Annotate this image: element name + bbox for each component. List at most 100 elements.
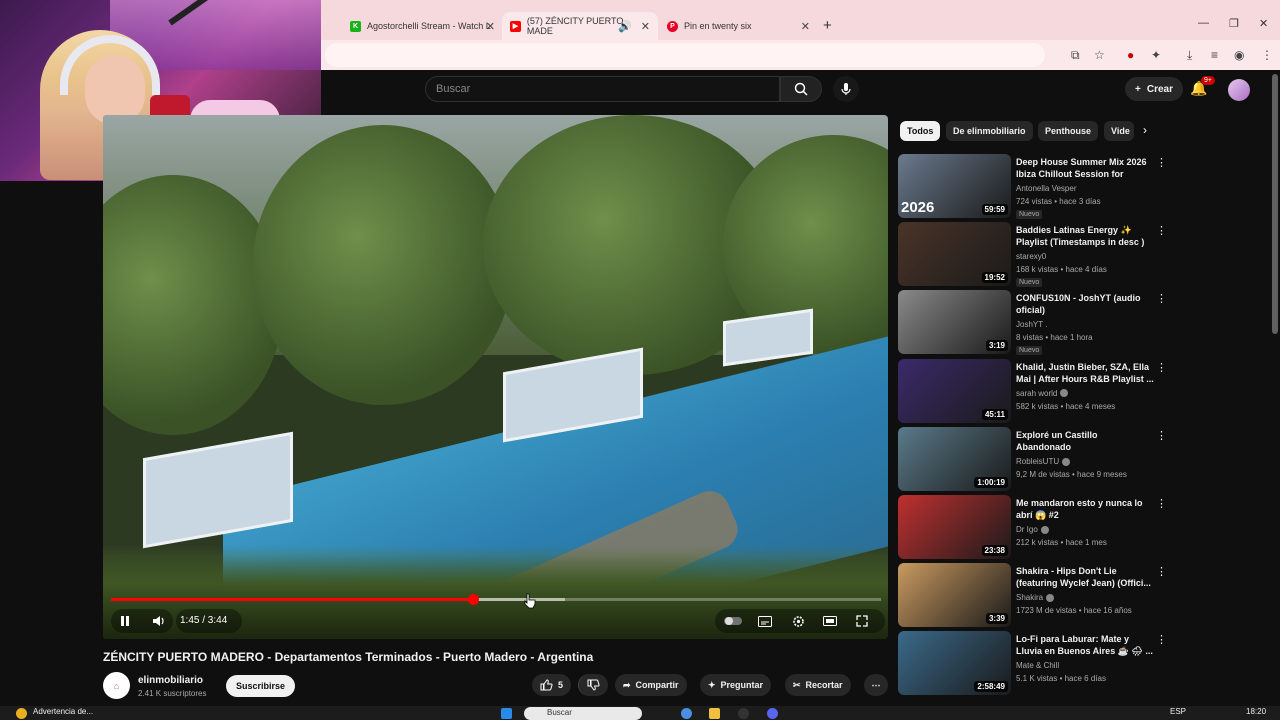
user-avatar[interactable] <box>1228 79 1250 101</box>
windows-start-icon[interactable] <box>501 708 512 719</box>
warning-icon[interactable] <box>16 708 27 719</box>
more-options-icon[interactable]: ⋮ <box>1156 429 1167 442</box>
video-thumbnail[interactable]: 19:52 <box>898 222 1011 287</box>
new-tab-button[interactable]: + <box>823 17 832 34</box>
download-icon[interactable]: ⤓ <box>1187 48 1192 63</box>
subscribe-button[interactable]: Suscribirse <box>226 675 296 697</box>
page-scrollbar[interactable] <box>1270 70 1280 706</box>
more-options-icon[interactable]: ⋮ <box>1156 497 1167 510</box>
recommendation-item[interactable]: 1:00:19 Exploré un Castillo Abandonado Rob… <box>898 426 1188 493</box>
obs-icon[interactable] <box>738 708 749 719</box>
more-options-icon[interactable]: ⋮ <box>1156 633 1167 646</box>
close-icon[interactable]: ✕ <box>486 20 495 33</box>
dislike-button[interactable] <box>578 674 608 696</box>
taskbar-notification[interactable]: Advertencia de... <box>33 707 93 716</box>
more-options-icon[interactable]: ⋮ <box>1156 156 1167 169</box>
recommendation-title[interactable]: Deep House Summer Mix 2026 Ibiza Chillou… <box>1016 156 1154 180</box>
address-field[interactable] <box>325 43 1045 67</box>
share-button[interactable]: ➦ Compartir <box>615 674 687 696</box>
language-indicator[interactable]: ESP <box>1170 707 1186 716</box>
close-icon[interactable]: ✕ <box>801 20 810 33</box>
extensions-puzzle-icon[interactable]: ✦ <box>1151 48 1161 62</box>
like-button[interactable]: 5 <box>532 674 572 696</box>
recommendation-item[interactable]: 3:19 CONFUS10N - JoshYT (audio oficial) Jo… <box>898 290 1188 356</box>
recommendation-channel[interactable]: sarah world <box>1016 389 1069 398</box>
video-thumbnail[interactable]: 45:11 <box>898 358 1011 423</box>
autoplay-toggle[interactable] <box>723 611 743 631</box>
recommendation-item[interactable]: 45:11 Khalid, Justin Bieber, SZA, Ella Ma… <box>898 358 1188 425</box>
recommendation-title[interactable]: Me mandaron esto y nunca lo abrí 😱 #2 <box>1016 497 1154 521</box>
create-button[interactable]: + Crear <box>1125 77 1183 101</box>
search-button[interactable] <box>780 76 822 102</box>
recommendation-title[interactable]: Exploré un Castillo Abandonado <box>1016 429 1154 453</box>
close-icon[interactable]: ✕ <box>641 20 650 33</box>
chip-penthouse[interactable]: Penthouse <box>1038 121 1099 141</box>
video-thumbnail[interactable]: 1:00:19 <box>898 426 1011 491</box>
browser-menu-icon[interactable]: ⋮ <box>1261 48 1273 62</box>
video-thumbnail[interactable]: 3:39 <box>898 563 1011 628</box>
subtitles-button[interactable] <box>756 611 774 631</box>
more-options-icon[interactable]: ⋮ <box>1156 565 1167 578</box>
recommendation-channel[interactable]: RobleisUTU <box>1016 457 1071 466</box>
discord-icon[interactable] <box>767 708 778 719</box>
volume-button[interactable] <box>150 611 168 631</box>
ask-button[interactable]: ✦ Preguntar <box>700 674 772 696</box>
recommendation-title[interactable]: CONFUS10N - JoshYT (audio oficial) <box>1016 292 1154 316</box>
more-options-icon[interactable]: ⋮ <box>1156 292 1167 305</box>
more-actions-button[interactable]: ⋯ <box>864 674 888 696</box>
chevron-right-icon[interactable]: › <box>1143 123 1147 137</box>
maximize-button[interactable]: ❐ <box>1229 17 1239 30</box>
recommendation-title[interactable]: Baddies Latinas Energy ✨ Playlist (Times… <box>1016 224 1154 248</box>
tab-pinterest[interactable]: P Pin en twenty six ✕ <box>667 16 810 36</box>
video-player[interactable]: 1:45 / 3:44 <box>103 115 888 639</box>
channel-name[interactable]: elinmobiliario <box>138 675 203 686</box>
recommendation-title[interactable]: Khalid, Justin Bieber, SZA, Ella Mai | A… <box>1016 361 1154 385</box>
recommendation-channel[interactable]: Antonella Vesper <box>1016 184 1077 193</box>
progress-bar[interactable] <box>111 594 881 605</box>
voice-search-button[interactable] <box>833 76 859 102</box>
file-explorer-icon[interactable] <box>709 708 720 719</box>
recommendation-channel[interactable]: starexy0 <box>1016 252 1046 261</box>
scrollbar-thumb[interactable] <box>1272 74 1278 334</box>
pause-button[interactable] <box>117 611 133 631</box>
chip-channel[interactable]: De elinmobiliario <box>946 121 1033 141</box>
minimize-button[interactable]: — <box>1198 17 1209 29</box>
video-thumbnail[interactable]: 2:58:49 <box>898 631 1011 696</box>
chip-todos[interactable]: Todos <box>900 121 941 141</box>
search-input[interactable]: Buscar <box>425 76 780 102</box>
recommendation-item[interactable]: 3:39 Shakira - Hips Don't Lie (featuring … <box>898 563 1188 629</box>
recommendation-channel[interactable]: Dr Igo <box>1016 525 1049 534</box>
speaker-icon[interactable]: 🔊 <box>618 20 632 33</box>
more-options-icon[interactable]: ⋮ <box>1156 224 1167 237</box>
fullscreen-button[interactable] <box>853 611 871 631</box>
recommendation-title[interactable]: Shakira - Hips Don't Lie (featuring Wycl… <box>1016 565 1154 589</box>
recommendation-item[interactable]: 2:58:49 Lo-Fi para Laburar: Mate y Lluvia… <box>898 631 1188 697</box>
chip-videos[interactable]: Vide <box>1104 121 1134 141</box>
more-options-icon[interactable]: ⋮ <box>1156 361 1167 374</box>
video-thumbnail[interactable]: 23:38 <box>898 495 1011 559</box>
tab-youtube-video[interactable]: ▶ (57) ZÉNCITY PUERTO MADE 🔊 ✕ <box>502 12 658 40</box>
recommendation-channel[interactable]: Mate & Chill <box>1016 661 1059 670</box>
recommendation-channel[interactable]: Shakira <box>1016 593 1055 602</box>
taskbar-search[interactable]: Buscar <box>524 707 642 720</box>
bookmark-star-icon[interactable]: ☆ <box>1094 48 1105 62</box>
theater-mode-button[interactable] <box>821 611 839 631</box>
recommendation-item[interactable]: 23:38 Me mandaron esto y nunca lo abrí 😱 … <box>898 495 1188 561</box>
clock[interactable]: 18:20 <box>1246 707 1266 716</box>
recommendation-item[interactable]: 2026 59:59 Deep House Summer Mix 2026 Ibiz… <box>898 154 1188 220</box>
install-app-icon[interactable]: ⧉ <box>1071 48 1080 63</box>
window-close-button[interactable]: ✕ <box>1259 17 1268 30</box>
video-thumbnail[interactable]: 2026 59:59 <box>898 154 1011 218</box>
extension-icon[interactable]: ● <box>1127 48 1134 62</box>
settings-button[interactable] <box>789 611 807 631</box>
recommendation-title[interactable]: Lo-Fi para Laburar: Mate y Lluvia en Bue… <box>1016 633 1154 657</box>
channel-avatar[interactable]: ⌂ <box>103 672 130 699</box>
chrome-icon[interactable] <box>681 708 692 719</box>
recommendation-channel[interactable]: JoshYT . <box>1016 320 1047 329</box>
profile-icon[interactable]: ◉ <box>1234 48 1244 62</box>
clip-button[interactable]: ✂ Recortar <box>785 674 851 696</box>
tab-agostorchelli[interactable]: K Agostorchelli Stream - Watch L ✕ <box>350 16 495 36</box>
recommendation-item[interactable]: 19:52 Baddies Latinas Energy ✨ Playlist (… <box>898 222 1188 288</box>
scrubber-knob[interactable] <box>467 594 479 605</box>
video-thumbnail[interactable]: 3:19 <box>898 290 1011 355</box>
